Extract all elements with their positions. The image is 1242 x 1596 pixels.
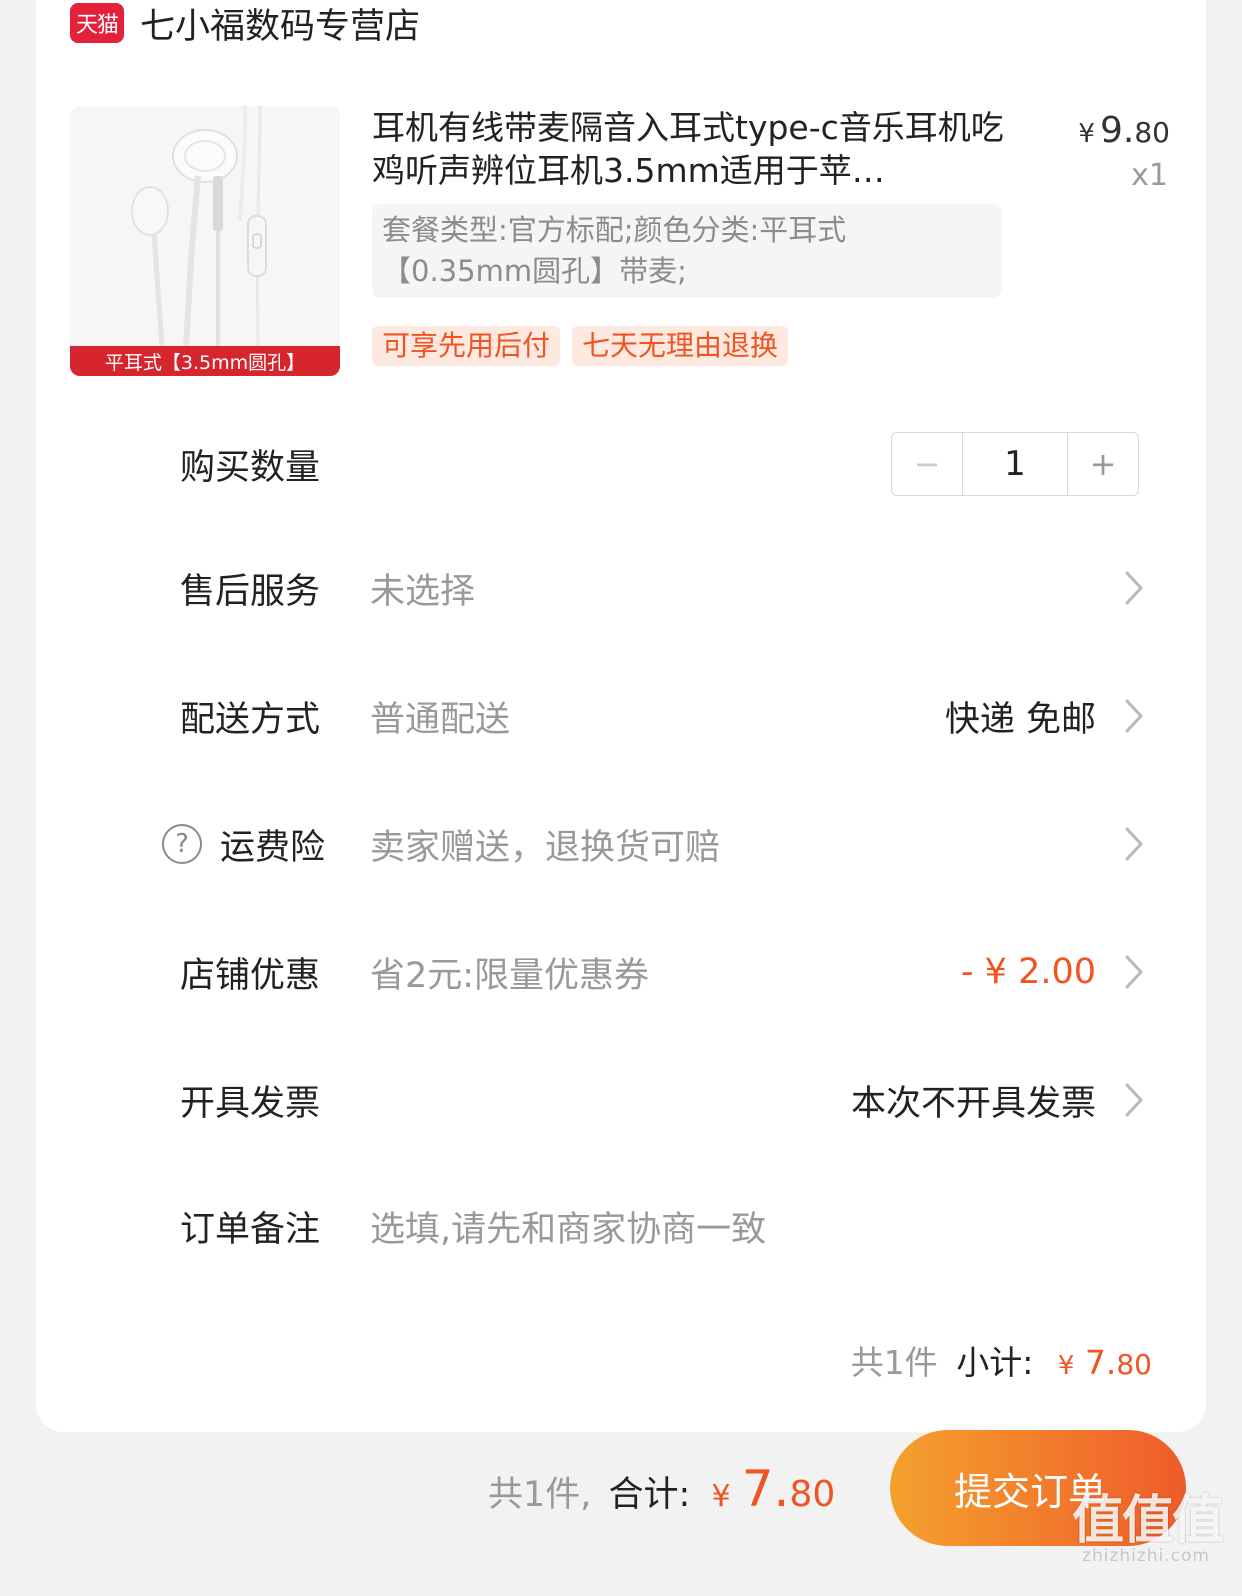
store-header[interactable]: 天猫 七小福数码专营店 (70, 0, 420, 49)
product-image-caption: 平耳式【3.5mm圆孔】 (70, 346, 340, 376)
decrease-button[interactable]: − (892, 433, 963, 495)
invoice-row[interactable]: 开具发票 本次不开具发票 (36, 1060, 1206, 1140)
store-discount-row[interactable]: 店铺优惠 省2元:限量优惠券 - ¥ 2.00 (36, 932, 1206, 1012)
help-icon[interactable]: ? (162, 824, 202, 864)
earphone-illustration (131, 106, 267, 346)
store-name[interactable]: 七小福数码专营店 (140, 0, 420, 49)
delivery-row[interactable]: 配送方式 普通配送 快递 免邮 (36, 676, 1206, 756)
quantity-label: 购买数量 (180, 447, 321, 488)
product-price: ¥ 9.80 (1078, 110, 1170, 151)
product-image[interactable]: 平耳式【3.5mm圆孔】 (70, 106, 340, 376)
tag-seven-day-return: 七天无理由退换 (572, 326, 789, 366)
invoice-label: 开具发票 (180, 1083, 321, 1124)
chevron-right-icon (1125, 699, 1143, 733)
total-label: 合计: (608, 1475, 691, 1515)
store-discount-value: 省2元:限量优惠券 (370, 955, 650, 996)
subtotal-label: 小计: (956, 1343, 1034, 1382)
order-total: 共1件, 合计: ¥ 7.80 (488, 1460, 835, 1518)
tmall-logo: 天猫 (70, 3, 124, 43)
increase-button[interactable]: + (1067, 433, 1138, 495)
store-discount-label: 店铺优惠 (180, 955, 321, 996)
service-tags: 可享先用后付 七天无理由退换 (372, 326, 789, 366)
watermark-url: zhizhizhi.com (1082, 1546, 1210, 1566)
subtotal-count: 共1件 (850, 1343, 938, 1382)
after-sales-row[interactable]: 售后服务 未选择 (36, 548, 1206, 628)
subtotal-price: ¥ 7.80 (1057, 1343, 1152, 1382)
quantity-stepper[interactable]: − 1 + (891, 432, 1139, 496)
price-currency: ¥ (1078, 119, 1095, 149)
chevron-right-icon (1125, 955, 1143, 989)
total-count: 共1件, (488, 1475, 592, 1515)
discount-amount: - ¥ 2.00 (960, 952, 1096, 992)
product-spec[interactable]: 套餐类型:官方标配;颜色分类:平耳式【0.35mm圆孔】带麦; (372, 204, 1002, 298)
after-sales-label: 售后服务 (180, 571, 321, 612)
after-sales-value: 未选择 (370, 571, 476, 612)
shipping-insurance-row[interactable]: ? 运费险 卖家赠送，退换货可赔 (36, 804, 1206, 884)
invoice-value: 本次不开具发票 (850, 1083, 1096, 1124)
order-note-label: 订单备注 (180, 1209, 321, 1250)
watermark-logo: 值值值 (1071, 1491, 1224, 1551)
chevron-right-icon (1125, 827, 1143, 861)
chevron-right-icon (1125, 1083, 1143, 1117)
subtotal: 共1件 小计: ¥ 7.80 (851, 1336, 1152, 1384)
delivery-value: 普通配送 (370, 699, 511, 740)
price-decimal: 80 (1134, 116, 1170, 149)
tag-pay-later: 可享先用后付 (372, 326, 561, 366)
total-price: ¥ 7.80 (711, 1460, 836, 1518)
shipping-insurance-value: 卖家赠送，退换货可赔 (370, 827, 721, 868)
order-note-row: 订单备注 选填,请先和商家协商一致 (36, 1186, 1206, 1266)
product-title[interactable]: 耳机有线带麦隔音入耳式type-c音乐耳机吃鸡听声辨位耳机3.5mm适用于苹… (372, 106, 1022, 192)
delivery-option: 快递 免邮 (944, 699, 1096, 740)
price-integer: 9. (1100, 110, 1135, 151)
order-note-input[interactable]: 选填,请先和商家协商一致 (370, 1201, 766, 1252)
quantity-value[interactable]: 1 (963, 433, 1067, 495)
chevron-right-icon (1125, 571, 1143, 605)
product-quantity: x1 (1131, 158, 1168, 193)
delivery-label: 配送方式 (180, 699, 321, 740)
